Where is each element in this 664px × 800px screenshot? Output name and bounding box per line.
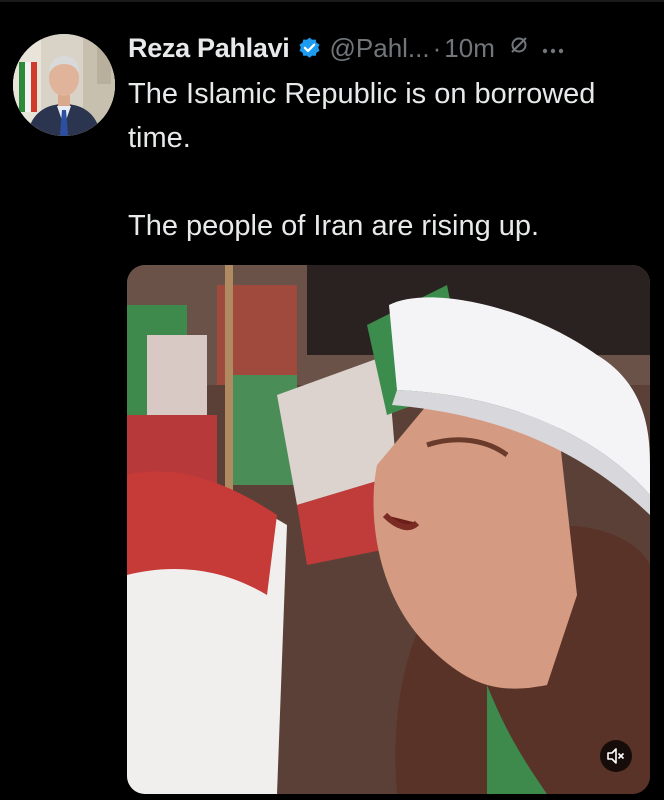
timestamp[interactable]: 10m bbox=[444, 33, 495, 64]
avatar-image bbox=[13, 34, 115, 136]
tweet-text: The Islamic Republic is on borrowed time… bbox=[128, 72, 648, 248]
video-player[interactable] bbox=[127, 265, 650, 794]
top-divider bbox=[0, 0, 664, 2]
video-frame bbox=[127, 265, 650, 794]
verified-badge-icon bbox=[297, 36, 322, 61]
author-handle[interactable]: @Pahl... bbox=[330, 33, 430, 64]
separator-dot: · bbox=[432, 32, 442, 63]
muted-speaker-icon[interactable] bbox=[600, 740, 632, 772]
grok-icon[interactable] bbox=[509, 35, 529, 61]
tweet-paragraph: The people of Iran are rising up. bbox=[128, 210, 540, 242]
tweet-header: Reza Pahlavi @Pahl... · 10m bbox=[128, 28, 656, 68]
tweet-paragraph: The Islamic Republic is on borrowed time… bbox=[128, 78, 596, 154]
author-name[interactable]: Reza Pahlavi bbox=[128, 33, 290, 64]
avatar[interactable] bbox=[13, 34, 115, 136]
more-options-icon[interactable] bbox=[541, 35, 565, 61]
